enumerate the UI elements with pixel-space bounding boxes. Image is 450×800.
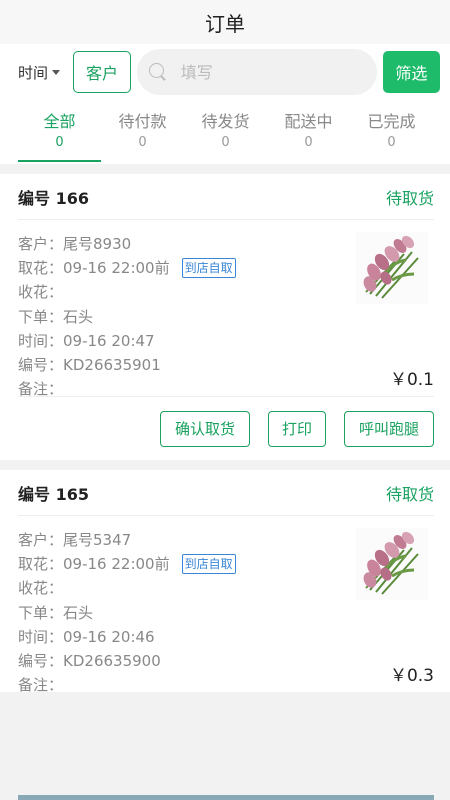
flower-image	[356, 528, 428, 600]
confirm-pickup-button[interactable]: 确认取货	[160, 410, 250, 447]
tab-label: 待发货	[201, 112, 250, 131]
print-button[interactable]: 打印	[268, 410, 326, 447]
tab-completed[interactable]: 已完成 0	[350, 100, 433, 164]
row-key: 时间：	[18, 331, 64, 350]
tab-delivering[interactable]: 配送中 0	[267, 100, 350, 164]
row-key: 备注：	[18, 380, 64, 399]
note-row: 备注：	[18, 673, 434, 697]
tab-label: 待付款	[118, 112, 167, 131]
note-row: 备注：	[18, 377, 434, 401]
order-status: 待取货	[385, 188, 434, 208]
search-box[interactable]	[136, 49, 377, 95]
order-number: 编号 166	[18, 188, 89, 208]
pickup-value: 09-16 22:00前	[63, 555, 170, 574]
order-actions: 确认取货 打印 呼叫跑腿	[18, 396, 434, 460]
tab-label: 配送中	[284, 112, 333, 131]
code-row: 编号： KD26635900	[18, 649, 434, 673]
next-card-preview	[18, 795, 434, 800]
code-row: 编号： KD26635901	[18, 353, 434, 377]
order-price: ￥0.1	[389, 370, 434, 390]
row-key: 客户：	[18, 235, 64, 253]
placer-row: 下单： 石头	[18, 601, 434, 625]
row-key: 取花：	[18, 259, 64, 278]
order-details: 客户： 尾号5347 取花： 09-16 22:00前 到店自取 收花： 下单： 石头 …	[18, 516, 434, 694]
order-number: 编号 165	[18, 484, 89, 504]
pickup-tag: 到店自取	[181, 554, 236, 575]
row-key: 时间：	[18, 627, 64, 646]
tab-count: 0	[221, 135, 230, 150]
row-key: 下单：	[18, 307, 64, 326]
tab-count: 0	[387, 135, 396, 150]
row-key: 编号：	[18, 652, 64, 671]
code-value: KD26635901	[63, 356, 161, 375]
order-card[interactable]: 编号 165 待取货 客户： 尾号5347 取花： 09-16 22:00前 到店自取…	[0, 470, 450, 694]
code-value: KD26635900	[63, 652, 161, 671]
search-input[interactable]	[180, 62, 331, 82]
order-details: 客户： 尾号8930 取花： 09-16 22:00前 到店自取 收花： 下单： 石头 …	[18, 220, 434, 398]
placer-value: 石头	[63, 603, 94, 622]
filter-button[interactable]: 筛选	[382, 51, 440, 93]
status-tabs: 全部 0 待付款 0 待发货 0 配送中 0 已完成 0	[0, 100, 450, 164]
tab-count: 0	[138, 135, 147, 150]
search-icon	[148, 63, 167, 81]
customer-value: 尾号5347	[63, 531, 132, 549]
tab-pending-payment[interactable]: 待付款 0	[101, 100, 184, 164]
time-value: 09-16 20:47	[63, 331, 155, 350]
pickup-value: 09-16 22:00前	[63, 259, 170, 278]
customer-button[interactable]: 客户	[73, 51, 131, 93]
pickup-tag: 到店自取	[181, 258, 236, 279]
top-bar: 订单	[0, 0, 450, 44]
tab-label: 全部	[43, 112, 76, 131]
tab-count: 0	[304, 135, 313, 150]
time-dropdown[interactable]: 时间	[18, 62, 73, 83]
page-title: 订单	[205, 11, 245, 36]
row-key: 备注：	[18, 676, 64, 695]
time-row: 时间： 09-16 20:47	[18, 329, 434, 353]
time-row: 时间： 09-16 20:46	[18, 625, 434, 649]
row-key: 下单：	[18, 603, 64, 622]
product-thumbnail[interactable]	[356, 528, 428, 600]
placer-row: 下单： 石头	[18, 305, 434, 329]
tab-label: 已完成	[367, 112, 416, 131]
caret-down-icon	[52, 69, 61, 75]
tab-pending-shipment[interactable]: 待发货 0	[184, 100, 267, 164]
order-status: 待取货	[385, 484, 434, 504]
tab-count: 0	[55, 135, 64, 150]
call-courier-button[interactable]: 呼叫跑腿	[344, 410, 434, 447]
product-thumbnail[interactable]	[356, 232, 428, 304]
placer-value: 石头	[63, 307, 94, 326]
customer-value: 尾号8930	[63, 235, 132, 253]
flower-image	[356, 232, 428, 304]
row-key: 客户：	[18, 531, 64, 549]
order-header: 编号 165 待取货	[18, 470, 434, 516]
order-header: 编号 166 待取货	[18, 174, 434, 220]
order-price: ￥0.3	[389, 666, 434, 686]
row-key: 取花：	[18, 555, 64, 574]
order-card[interactable]: 编号 166 待取货 客户： 尾号8930 取花： 09-16 22:00前 到店自取…	[0, 174, 450, 460]
row-key: 编号：	[18, 356, 64, 375]
tab-all[interactable]: 全部 0	[18, 100, 101, 164]
row-key: 收花：	[18, 579, 64, 598]
row-key: 收花：	[18, 283, 64, 302]
time-value: 09-16 20:46	[63, 627, 155, 646]
time-dropdown-label: 时间	[18, 63, 49, 82]
filter-bar: 时间 客户 筛选	[0, 44, 450, 100]
